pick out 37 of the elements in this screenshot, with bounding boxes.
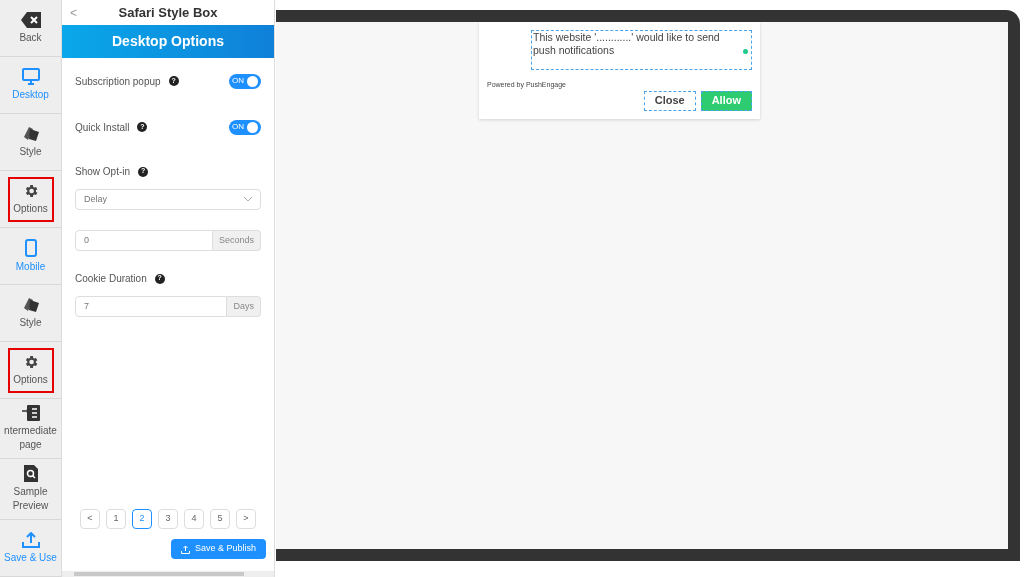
upload-icon — [180, 544, 190, 554]
sidebar-item[interactable]: Sample Preview — [7, 459, 54, 519]
login-list-icon — [21, 405, 40, 421]
setting-label: Quick Install — [75, 120, 130, 135]
sidebar-item[interactable]: Back — [7, 5, 54, 51]
dropdown-field[interactable]: Delay — [75, 189, 261, 210]
setting-label: Show Opt-in — [75, 165, 131, 179]
page-button[interactable]: 3 — [158, 509, 178, 529]
sidebar-item[interactable]: Style — [7, 290, 54, 336]
section-banner: Desktop Options — [62, 25, 274, 58]
page-button[interactable]: > — [236, 509, 256, 529]
page-button[interactable]: 2 — [132, 509, 152, 529]
swatch-icon — [21, 296, 40, 313]
page-button[interactable]: < — [80, 509, 100, 529]
input-field[interactable]: 0 — [75, 230, 213, 251]
sidebar-item[interactable]: Options — [7, 176, 54, 222]
sidebar-item[interactable]: Options — [7, 347, 54, 393]
scrollbar[interactable] — [74, 572, 244, 576]
backspace-icon — [20, 11, 41, 28]
setting-label: Cookie Duration — [75, 272, 147, 286]
notification-message: This website '............' would like to send push notifications — [533, 31, 721, 57]
input-field[interactable]: 7 — [75, 296, 228, 317]
panel-title: Safari Style Box — [118, 3, 218, 22]
page-button[interactable]: 5 — [210, 509, 230, 529]
upload-icon — [21, 531, 40, 548]
page-button[interactable]: 4 — [184, 509, 204, 529]
setting-label: Subscription popup — [75, 74, 161, 89]
file-search-icon — [23, 465, 38, 482]
page-button[interactable]: 1 — [106, 509, 126, 529]
monitor-icon — [21, 68, 40, 85]
unit-addon: Seconds — [212, 230, 261, 251]
close-button[interactable]: Close — [643, 90, 696, 111]
phone-icon — [24, 238, 37, 257]
swatch-icon — [21, 125, 40, 142]
sidebar-item[interactable]: Style — [7, 119, 54, 165]
chevron-down-icon — [244, 197, 252, 202]
unit-addon: Days — [227, 296, 261, 317]
